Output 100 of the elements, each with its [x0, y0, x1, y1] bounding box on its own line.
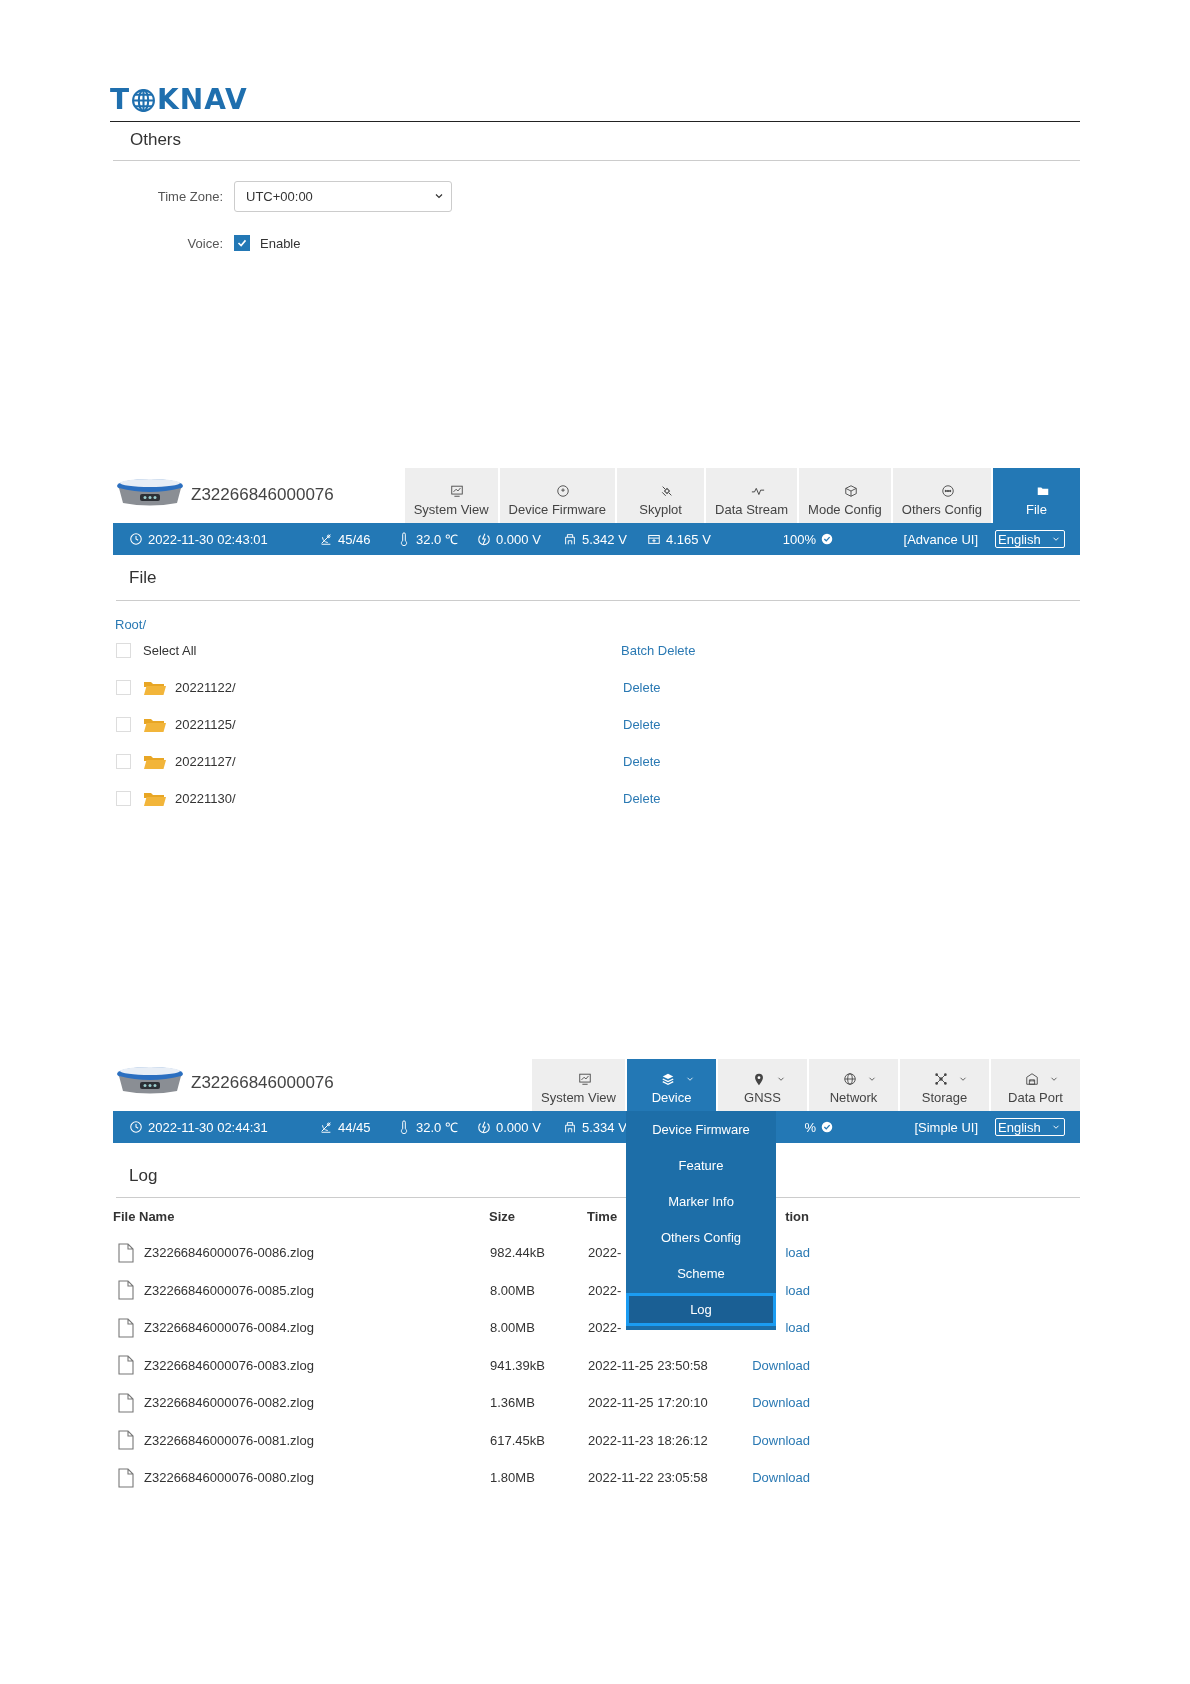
status-text: 0.000 V	[496, 1119, 541, 1135]
status-text: 2022-11-30 02:43:01	[148, 531, 268, 547]
column-header: File Name	[113, 1208, 175, 1224]
download-link[interactable]: load	[785, 1320, 810, 1336]
layers-icon	[660, 1072, 675, 1086]
nav-tab[interactable]: Network	[809, 1059, 898, 1111]
nav-tab[interactable]: Others Config	[892, 468, 991, 523]
firmware-icon	[556, 484, 571, 498]
file-time: 2022-	[588, 1245, 622, 1261]
status-text: 4.165 V	[666, 531, 711, 547]
file-size: 1.36MB	[490, 1395, 535, 1411]
satellites-icon	[319, 1120, 333, 1134]
time-icon	[129, 532, 143, 546]
menu-item[interactable]: Others Config	[626, 1219, 776, 1255]
time-icon	[129, 1120, 143, 1134]
device-serial: Z32266846000076	[191, 1073, 334, 1093]
file-time: 2022-11-25 17:20:10	[588, 1395, 708, 1411]
file-name: Z32266846000076-0082.zlog	[144, 1395, 314, 1411]
file-icon	[118, 1355, 134, 1376]
download-link[interactable]: Download	[752, 1432, 810, 1448]
file-size: 941.39kB	[490, 1357, 545, 1373]
file-size: 1.80MB	[490, 1470, 535, 1486]
nav-tab[interactable]: Skyplot	[617, 468, 705, 523]
status-text: 32.0 ℃	[416, 531, 458, 548]
timezone-select[interactable]: UTC+00:00	[234, 180, 452, 212]
menu-item[interactable]: Scheme	[626, 1255, 776, 1291]
download-link[interactable]: load	[785, 1282, 810, 1298]
check-circle-icon	[821, 1121, 833, 1133]
language-select[interactable]: English	[995, 530, 1065, 548]
nav-tab[interactable]: Mode Config	[799, 468, 891, 523]
nav-tab[interactable]: Device	[627, 1059, 716, 1111]
status-text: 32.0 ℃	[416, 1119, 458, 1136]
nav-tab[interactable]: Device Firmware	[499, 468, 616, 523]
download-link[interactable]: Download	[752, 1470, 810, 1486]
download-link[interactable]: Download	[752, 1395, 810, 1411]
breadcrumb-link[interactable]: Root/	[115, 617, 147, 632]
ui-switch-link[interactable]: [Advance UI]	[903, 531, 978, 547]
logo-text: T	[110, 86, 131, 114]
folder-icon	[143, 679, 167, 696]
status-text: 0.000 V	[496, 531, 541, 547]
section-title: Log	[128, 1165, 158, 1187]
folder-link[interactable]: 20221130/	[175, 791, 236, 806]
nav-tab[interactable]: File	[993, 468, 1080, 523]
file-time: 2022-11-23 18:26:12	[588, 1432, 708, 1448]
status-text: 100%	[782, 531, 816, 547]
file-time: 2022-11-22 23:05:58	[588, 1470, 708, 1486]
section-title: Others	[129, 129, 182, 151]
menu-item[interactable]: Feature	[626, 1147, 776, 1183]
nodes-icon	[933, 1072, 948, 1086]
folder-link[interactable]: 20221127/	[175, 754, 236, 769]
file-name: Z32266846000076-0084.zlog	[144, 1320, 314, 1336]
field-label: Time Zone:	[156, 188, 223, 204]
ui-switch-link[interactable]: [Simple UI]	[914, 1119, 978, 1135]
folder-icon	[143, 790, 167, 807]
select-all-label: Select All	[143, 642, 197, 658]
chart-icon	[577, 1072, 592, 1086]
delete-link[interactable]: Delete	[623, 717, 661, 732]
status-text: %	[804, 1119, 816, 1135]
file-name: Z32266846000076-0083.zlog	[144, 1357, 314, 1373]
nav-tab[interactable]: System View	[404, 468, 498, 523]
file-name: Z32266846000076-0086.zlog	[144, 1245, 314, 1261]
delete-link[interactable]: Delete	[623, 680, 661, 695]
power-icon	[477, 1120, 491, 1134]
file-size: 8.00MB	[490, 1282, 535, 1298]
file-size: 617.45kB	[490, 1432, 545, 1448]
language-select[interactable]: English	[995, 1118, 1065, 1136]
nav-tab[interactable]: Data Stream	[706, 468, 798, 523]
nav-tab[interactable]: System View	[532, 1059, 625, 1111]
cube-icon	[843, 484, 858, 498]
column-header: tion	[785, 1208, 809, 1224]
menu-item[interactable]: Device Firmware	[626, 1111, 776, 1147]
check-circle-icon	[821, 533, 833, 545]
nav-tab[interactable]: GNSS	[718, 1059, 807, 1111]
download-link[interactable]: Download	[752, 1357, 810, 1373]
folder-link[interactable]: 20221125/	[175, 717, 236, 732]
checkbox[interactable]	[234, 235, 250, 251]
file-name: Z32266846000076-0081.zlog	[144, 1432, 314, 1448]
dots-icon	[940, 484, 955, 498]
column-header: Size	[489, 1208, 515, 1224]
menu-item[interactable]: Log	[626, 1293, 776, 1326]
file-size: 8.00MB	[490, 1320, 535, 1336]
download-link[interactable]: load	[785, 1245, 810, 1261]
nav-tab[interactable]: Storage	[900, 1059, 989, 1111]
satellites-icon	[319, 532, 333, 546]
file-time: 2022-	[588, 1282, 622, 1298]
device-serial: Z32266846000076	[191, 485, 334, 505]
menu-item[interactable]: Marker Info	[626, 1183, 776, 1219]
status-text: 2022-11-30 02:44:31	[148, 1119, 268, 1135]
status-text: 5.334 V	[582, 1119, 627, 1135]
delete-link[interactable]: Delete	[623, 754, 661, 769]
nav-tab[interactable]: Data Port	[991, 1059, 1080, 1111]
file-name: Z32266846000076-0080.zlog	[144, 1470, 314, 1486]
status-text: 44/45	[338, 1119, 371, 1135]
field-label: Voice:	[186, 235, 223, 251]
file-size: 982.44kB	[490, 1245, 545, 1261]
batch-delete-link[interactable]: Batch Delete	[621, 642, 696, 658]
folder-link[interactable]: 20221122/	[175, 680, 236, 695]
file-icon	[118, 1430, 134, 1451]
delete-link[interactable]: Delete	[623, 791, 661, 806]
file-icon	[118, 1467, 134, 1488]
